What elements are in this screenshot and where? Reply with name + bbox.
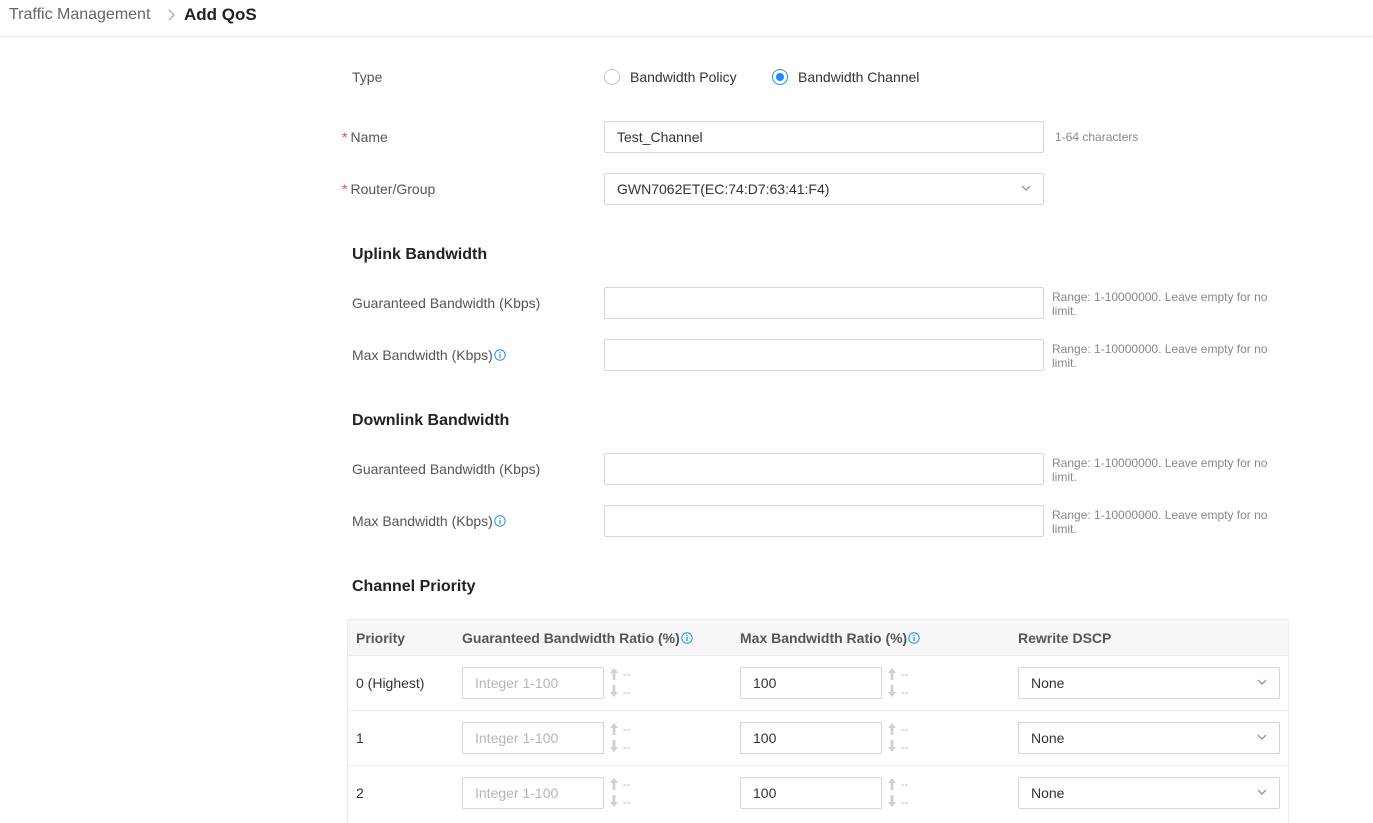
guaranteed-ratio-input[interactable]: Integer 1-100 xyxy=(462,777,604,809)
stepper-up-value: -- xyxy=(623,779,631,791)
radio-bandwidth-policy-label[interactable]: Bandwidth Policy xyxy=(630,69,737,85)
uplink-max-hint: Range: 1-10000000. Leave empty for no li… xyxy=(1052,342,1268,370)
max-ratio-stepper[interactable]: -- -- xyxy=(886,667,916,699)
stepper-down-value: -- xyxy=(901,797,909,809)
arrow-down-icon[interactable] xyxy=(608,739,620,753)
name-input[interactable]: Test_Channel xyxy=(604,121,1044,153)
info-icon[interactable] xyxy=(494,515,506,527)
stepper-up-value: -- xyxy=(623,724,631,736)
priority-value: 2 xyxy=(356,785,364,801)
info-icon[interactable] xyxy=(681,632,693,644)
chevron-down-icon xyxy=(1257,679,1267,685)
arrow-down-icon[interactable] xyxy=(608,684,620,698)
arrow-up-icon[interactable] xyxy=(608,777,620,791)
max-ratio-input[interactable]: 100 xyxy=(740,722,882,754)
uplink-guaranteed-label: Guaranteed Bandwidth (Kbps) xyxy=(352,295,541,311)
priority-value: 1 xyxy=(356,730,364,746)
chevron-right-icon xyxy=(168,9,175,21)
max-ratio-stepper[interactable]: -- -- xyxy=(886,777,916,809)
max-ratio-stepper[interactable]: -- -- xyxy=(886,722,916,754)
table-header: Priority Guaranteed Bandwidth Ratio (%) … xyxy=(348,620,1288,656)
guaranteed-ratio-stepper[interactable]: -- -- xyxy=(608,722,638,754)
guaranteed-ratio-stepper[interactable]: -- -- xyxy=(608,667,638,699)
stepper-down-value: -- xyxy=(901,687,909,699)
uplink-guaranteed-hint: Range: 1-10000000. Leave empty for no li… xyxy=(1052,290,1268,318)
downlink-guaranteed-label: Guaranteed Bandwidth (Kbps) xyxy=(352,461,541,477)
guaranteed-ratio-stepper[interactable]: -- -- xyxy=(608,777,638,809)
column-max-ratio: Max Bandwidth Ratio (%) xyxy=(740,630,920,646)
breadcrumb: Traffic Management Add QoS xyxy=(0,0,1373,37)
radio-bandwidth-channel-label[interactable]: Bandwidth Channel xyxy=(798,69,919,85)
uplink-guaranteed-input[interactable] xyxy=(604,287,1044,319)
router-group-value: GWN7062ET(EC:74:D7:63:41:F4) xyxy=(617,181,830,197)
downlink-max-label: Max Bandwidth (Kbps) xyxy=(352,513,506,529)
arrow-up-icon[interactable] xyxy=(886,667,898,681)
arrow-down-icon[interactable] xyxy=(608,794,620,808)
stepper-down-value: -- xyxy=(623,797,631,809)
stepper-up-value: -- xyxy=(901,724,909,736)
rewrite-dscp-value: None xyxy=(1031,785,1065,801)
column-rewrite-dscp: Rewrite DSCP xyxy=(1018,630,1112,646)
chevron-down-icon xyxy=(1021,185,1031,191)
rewrite-dscp-select[interactable]: None xyxy=(1018,722,1280,754)
arrow-down-icon[interactable] xyxy=(886,739,898,753)
max-ratio-input[interactable]: 100 xyxy=(740,777,882,809)
arrow-up-icon[interactable] xyxy=(886,777,898,791)
column-priority: Priority xyxy=(356,630,406,646)
uplink-max-label: Max Bandwidth (Kbps) xyxy=(352,347,506,363)
channel-priority-table: Priority Guaranteed Bandwidth Ratio (%) … xyxy=(347,619,1289,823)
arrow-up-icon[interactable] xyxy=(886,722,898,736)
table-row: 1 Integer 1-100 -- -- 100 -- -- None xyxy=(348,711,1288,766)
radio-bandwidth-policy[interactable] xyxy=(604,69,620,85)
downlink-guaranteed-input[interactable] xyxy=(604,453,1044,485)
max-ratio-input[interactable]: 100 xyxy=(740,667,882,699)
guaranteed-ratio-input[interactable]: Integer 1-100 xyxy=(462,667,604,699)
required-asterisk: * xyxy=(342,181,348,197)
required-asterisk: * xyxy=(342,129,348,145)
downlink-max-input[interactable] xyxy=(604,505,1044,537)
name-label: * Name xyxy=(342,129,388,145)
info-icon[interactable] xyxy=(908,632,920,644)
rewrite-dscp-select[interactable]: None xyxy=(1018,777,1280,809)
column-guaranteed-ratio: Guaranteed Bandwidth Ratio (%) xyxy=(462,630,693,646)
chevron-down-icon xyxy=(1257,734,1267,740)
radio-bandwidth-channel[interactable] xyxy=(772,69,788,85)
arrow-down-icon[interactable] xyxy=(886,684,898,698)
arrow-up-icon[interactable] xyxy=(608,667,620,681)
page-title: Add QoS xyxy=(184,5,257,24)
router-group-select[interactable]: GWN7062ET(EC:74:D7:63:41:F4) xyxy=(604,173,1044,205)
uplink-section-title: Uplink Bandwidth xyxy=(352,246,488,263)
breadcrumb-traffic-management[interactable]: Traffic Management xyxy=(9,6,150,24)
stepper-down-value: -- xyxy=(901,742,909,754)
downlink-max-hint: Range: 1-10000000. Leave empty for no li… xyxy=(1052,508,1268,536)
downlink-guaranteed-hint: Range: 1-10000000. Leave empty for no li… xyxy=(1052,456,1268,484)
rewrite-dscp-value: None xyxy=(1031,730,1065,746)
stepper-up-value: -- xyxy=(901,669,909,681)
table-row: 2 Integer 1-100 -- -- 100 -- -- None xyxy=(348,766,1288,821)
arrow-up-icon[interactable] xyxy=(608,722,620,736)
channel-priority-title: Channel Priority xyxy=(352,578,476,595)
arrow-down-icon[interactable] xyxy=(886,794,898,808)
info-icon[interactable] xyxy=(494,349,506,361)
stepper-down-value: -- xyxy=(623,742,631,754)
table-row: 0 (Highest) Integer 1-100 -- -- 100 -- -… xyxy=(348,656,1288,711)
stepper-up-value: -- xyxy=(623,669,631,681)
type-label: Type xyxy=(352,69,383,85)
router-group-label: * Router/Group xyxy=(342,181,436,197)
chevron-down-icon xyxy=(1257,789,1267,795)
name-hint: 1-64 characters xyxy=(1055,130,1139,144)
stepper-down-value: -- xyxy=(623,687,631,699)
downlink-section-title: Downlink Bandwidth xyxy=(352,412,510,429)
rewrite-dscp-value: None xyxy=(1031,675,1065,691)
stepper-up-value: -- xyxy=(901,779,909,791)
rewrite-dscp-select[interactable]: None xyxy=(1018,667,1280,699)
priority-value: 0 (Highest) xyxy=(356,675,425,691)
uplink-max-input[interactable] xyxy=(604,339,1044,371)
guaranteed-ratio-input[interactable]: Integer 1-100 xyxy=(462,722,604,754)
